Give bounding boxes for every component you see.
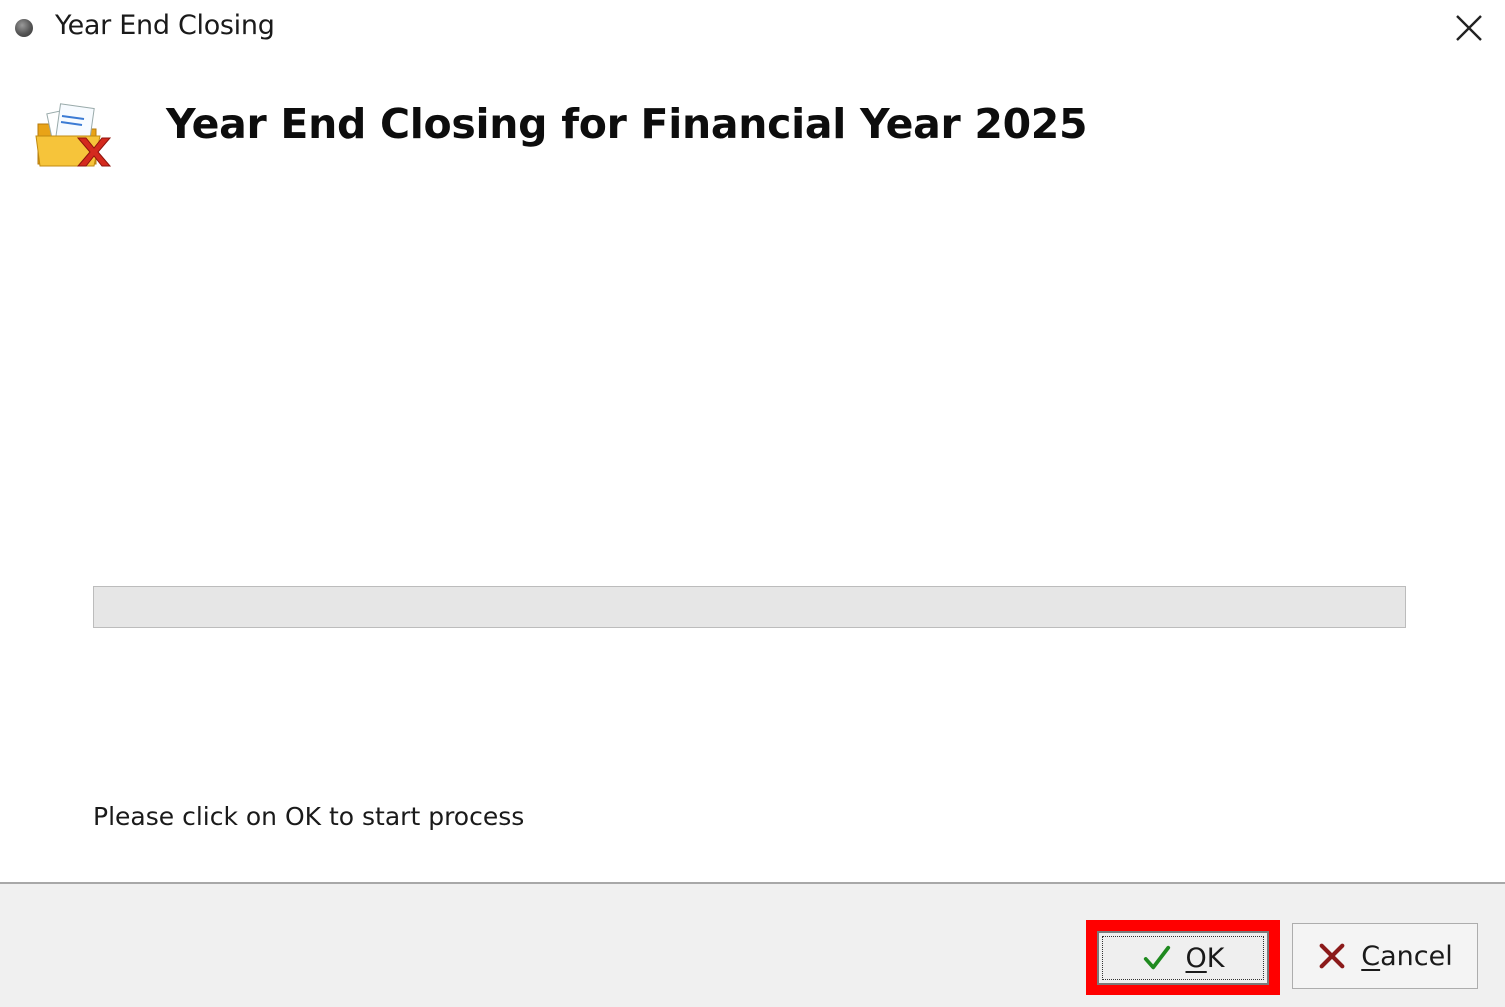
folder-close-icon xyxy=(34,100,114,172)
x-icon xyxy=(1317,941,1347,971)
title-bar: Year End Closing xyxy=(0,0,1505,58)
close-icon xyxy=(1456,15,1482,41)
ok-button[interactable]: OK xyxy=(1097,931,1269,985)
checkmark-icon xyxy=(1142,943,1172,973)
year-end-closing-dialog: Year End Closing Year End Closing for Fi… xyxy=(0,0,1505,1007)
cancel-button-label: Cancel xyxy=(1361,940,1453,972)
window-title: Year End Closing xyxy=(55,10,275,41)
close-button[interactable] xyxy=(1444,6,1492,50)
ok-button-label: OK xyxy=(1185,942,1225,974)
page-title: Year End Closing for Financial Year 2025 xyxy=(166,100,1088,148)
progress-bar xyxy=(93,586,1406,628)
status-message: Please click on OK to start process xyxy=(93,802,525,831)
window-icon xyxy=(15,19,33,37)
cancel-button[interactable]: Cancel xyxy=(1292,923,1478,989)
